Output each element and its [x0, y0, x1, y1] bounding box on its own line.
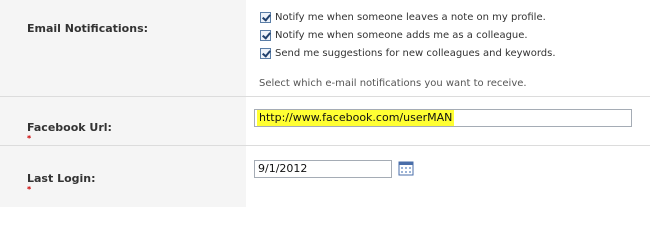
- notify-colleague-option[interactable]: Notify me when someone adds me as a coll…: [260, 27, 528, 43]
- suggestions-option[interactable]: Send me suggestions for new colleagues a…: [260, 45, 556, 61]
- last-login-label: Last Login:: [27, 172, 96, 185]
- facebook-url-input[interactable]: http://www.facebook.com/userMAN: [254, 109, 632, 127]
- email-notifications-label-cell: [0, 0, 246, 96]
- notify-note-checkbox[interactable]: [260, 11, 271, 23]
- notify-note-label[interactable]: Notify me when someone leaves a note on …: [275, 12, 546, 23]
- last-login-value: 9/1/2012: [258, 162, 308, 175]
- facebook-url-value: http://www.facebook.com/userMAN: [257, 110, 455, 126]
- notify-note-option[interactable]: Notify me when someone leaves a note on …: [260, 9, 546, 25]
- notify-colleague-checkbox[interactable]: [260, 29, 271, 41]
- profile-settings-form: Email Notifications: Notify me when some…: [0, 0, 650, 207]
- facebook-url-label: Facebook Url:: [27, 121, 112, 134]
- suggestions-checkbox[interactable]: [260, 47, 271, 59]
- email-notifications-label: Email Notifications:: [27, 22, 149, 35]
- notify-colleague-label[interactable]: Notify me when someone adds me as a coll…: [275, 30, 528, 41]
- required-marker: *: [27, 134, 32, 143]
- required-marker: *: [27, 185, 32, 194]
- calendar-icon[interactable]: [398, 160, 414, 176]
- email-notifications-hint: Select which e-mail notifications you wa…: [259, 78, 527, 89]
- last-login-input[interactable]: 9/1/2012: [254, 160, 392, 178]
- suggestions-label[interactable]: Send me suggestions for new colleagues a…: [275, 48, 556, 59]
